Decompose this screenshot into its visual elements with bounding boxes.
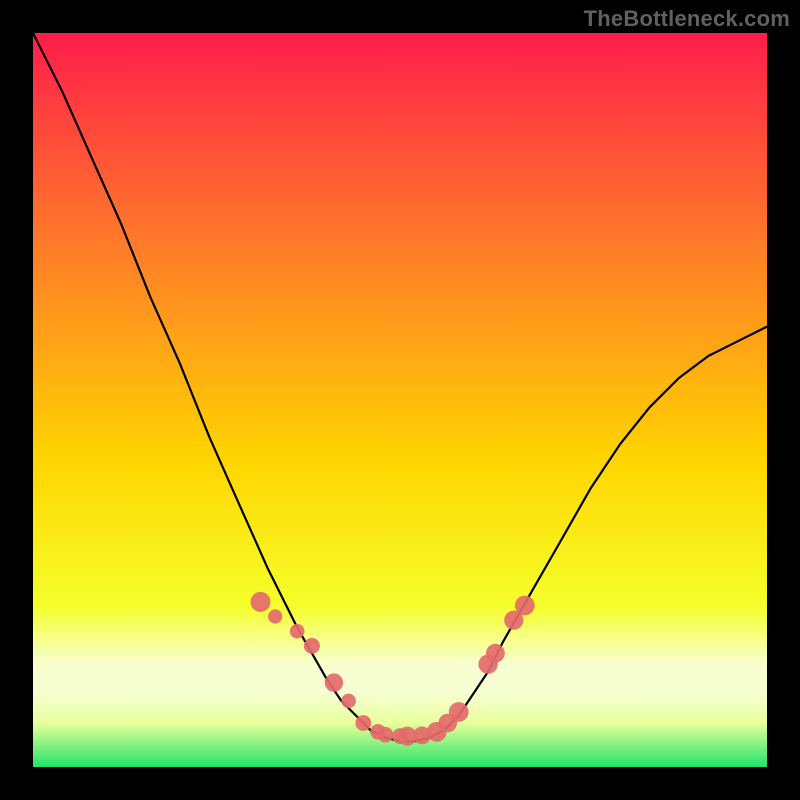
data-marker [304, 638, 320, 654]
data-marker [449, 702, 469, 722]
watermark-text: TheBottleneck.com [584, 6, 790, 32]
data-marker [486, 644, 505, 663]
data-marker [325, 673, 343, 691]
data-marker [378, 727, 394, 743]
data-marker [251, 592, 271, 612]
data-marker [355, 715, 371, 731]
bottleneck-curve [33, 33, 767, 767]
data-marker [268, 609, 282, 623]
data-marker [290, 624, 305, 639]
data-marker [515, 596, 535, 616]
data-marker [341, 694, 356, 709]
chart-frame [33, 33, 767, 767]
